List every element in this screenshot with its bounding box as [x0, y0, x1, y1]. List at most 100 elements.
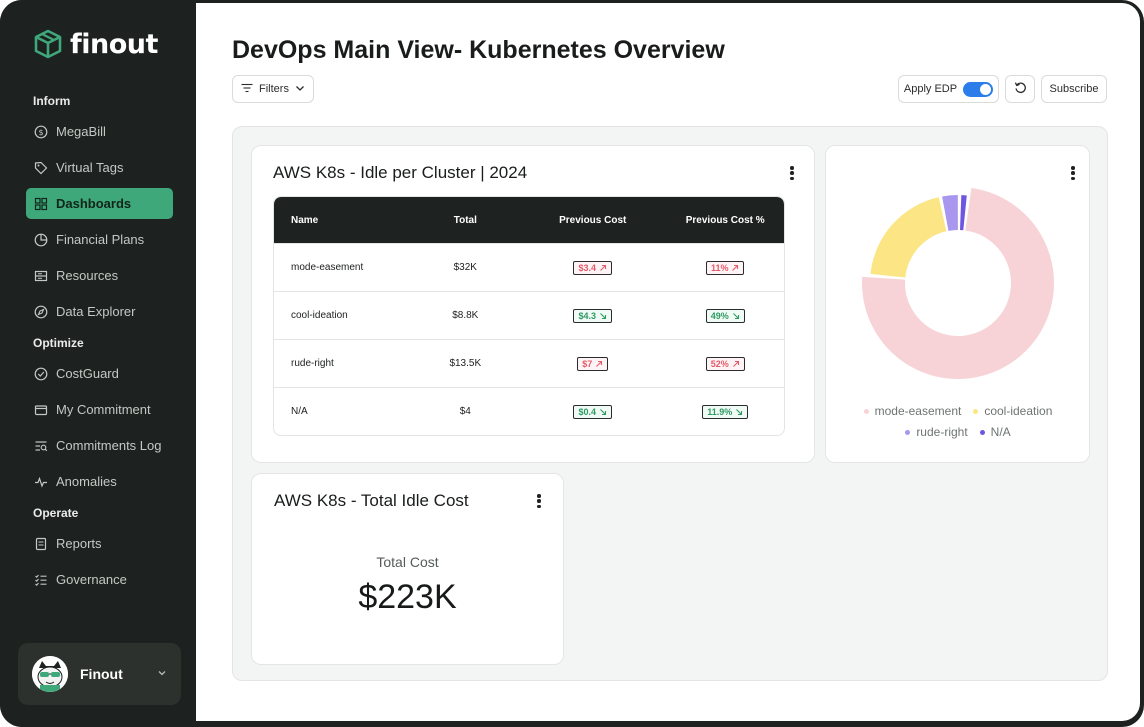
sidebar-item-label: Reports	[56, 536, 102, 551]
compass-icon	[34, 305, 48, 319]
arrow-up-right-icon	[600, 264, 607, 271]
chevron-down-icon	[295, 83, 305, 96]
legend-item[interactable]: rude-right	[905, 425, 968, 439]
refresh-button[interactable]	[1005, 75, 1035, 103]
app-frame: finout Inform $ MegaBill Virtual Tags Da…	[0, 0, 1144, 727]
sidebar-item-reports[interactable]: Reports	[26, 528, 173, 559]
sidebar-item-governance[interactable]: Governance	[26, 564, 173, 595]
column-header-total[interactable]: Total	[411, 197, 520, 243]
arrow-down-right-icon	[600, 408, 607, 415]
cell-total: $8.8K	[411, 291, 520, 339]
svg-text:$: $	[38, 128, 43, 137]
sidebar-item-virtual-tags[interactable]: Virtual Tags	[26, 152, 173, 183]
legend-swatch	[905, 429, 911, 435]
cell-total: $13.5K	[411, 339, 520, 387]
table-row[interactable]: rude-right $13.5K $7 52%	[274, 339, 784, 387]
donut-chart	[862, 187, 1054, 379]
legend-swatch	[979, 429, 985, 435]
sidebar-item-label: Governance	[56, 572, 127, 587]
apply-edp-toggle[interactable]	[963, 81, 994, 97]
donut-slice-cool-ideation[interactable]	[870, 197, 947, 278]
previous-cost-badge: $4.3	[573, 308, 612, 323]
widget-menu-icon[interactable]	[532, 492, 546, 510]
widget-title: AWS K8s - Idle per Cluster | 2024	[273, 163, 528, 182]
table-row[interactable]: N/A $4 $0.4 11.9%	[274, 387, 784, 435]
cell-name: cool-ideation	[274, 291, 412, 339]
chart-legend-row-1: mode-easement cool-ideation	[826, 404, 1090, 418]
sidebar-item-dashboards[interactable]: Dashboards	[26, 188, 173, 219]
list-search-icon	[34, 439, 48, 453]
column-header-previous-cost-pct[interactable]: Previous Cost %	[666, 197, 784, 243]
sidebar-item-label: MegaBill	[56, 124, 106, 139]
subscribe-button[interactable]: Subscribe	[1041, 75, 1107, 103]
folder-icon	[34, 403, 48, 417]
cell-name: N/A	[274, 387, 412, 435]
brand-logo[interactable]: finout	[32, 28, 158, 60]
filters-button[interactable]: Filters	[232, 75, 314, 103]
sidebar-item-my-commitment[interactable]: My Commitment	[26, 394, 173, 425]
main-content: DevOps Main View- Kubernetes Overview Fi…	[196, 3, 1140, 721]
sidebar-item-costguard[interactable]: CostGuard	[26, 358, 173, 389]
cell-name: rude-right	[274, 339, 412, 387]
legend-swatch	[863, 408, 869, 414]
previous-cost-pct-badge: 11.9%	[702, 404, 749, 419]
cell-total: $32K	[411, 243, 520, 291]
avatar	[32, 656, 68, 692]
sidebar-item-resources[interactable]: Resources	[26, 260, 173, 291]
column-header-previous-cost[interactable]: Previous Cost	[519, 197, 667, 243]
idle-donut-widget: mode-easement cool-ideation rude-right N…	[825, 145, 1090, 463]
widget-menu-icon[interactable]	[785, 164, 799, 182]
chevron-down-icon	[157, 667, 167, 681]
profile-switcher[interactable]: Finout	[18, 643, 181, 705]
section-optimize: Optimize	[33, 336, 84, 350]
arrow-up-right-icon	[596, 360, 603, 367]
dollar-circle-icon: $	[34, 125, 48, 139]
total-idle-cost-widget: AWS K8s - Total Idle Cost Total Cost $22…	[251, 473, 564, 665]
table-header-row: Name Total Previous Cost Previous Cost %	[274, 197, 784, 243]
widget-title: AWS K8s - Total Idle Cost	[274, 491, 469, 510]
filters-label: Filters	[259, 83, 289, 95]
sidebar-item-label: My Commitment	[56, 402, 151, 417]
chart-legend-row-2: rude-right N/A	[826, 425, 1090, 439]
brand-name: finout	[70, 28, 158, 60]
sidebar-item-anomalies[interactable]: Anomalies	[26, 466, 173, 497]
sidebar-item-financial-plans[interactable]: Financial Plans	[26, 224, 173, 255]
tag-icon	[34, 161, 48, 175]
apply-edp-control[interactable]: Apply EDP	[898, 75, 999, 103]
sidebar-item-commitments-log[interactable]: Commitments Log	[26, 430, 173, 461]
section-inform: Inform	[33, 94, 71, 108]
table-row[interactable]: mode-easement $32K $3.4 11%	[274, 243, 784, 291]
legend-item[interactable]: mode-easement	[863, 404, 961, 418]
total-cost-value: $223K	[358, 578, 457, 616]
page-title: DevOps Main View- Kubernetes Overview	[232, 36, 725, 64]
grid-icon	[34, 197, 48, 211]
sidebar-item-data-explorer[interactable]: Data Explorer	[26, 296, 173, 327]
sidebar-item-label: Financial Plans	[56, 232, 145, 247]
checklist-icon	[34, 573, 48, 587]
table-row[interactable]: cool-ideation $8.8K $4.3 49%	[274, 291, 784, 339]
legend-item[interactable]: N/A	[979, 425, 1011, 439]
pulse-icon	[34, 475, 48, 489]
legend-item[interactable]: cool-ideation	[973, 404, 1052, 418]
cube-logo-icon	[34, 29, 62, 59]
donut-slice-n-a[interactable]	[959, 195, 967, 231]
shield-check-icon	[34, 367, 48, 381]
server-icon	[34, 269, 48, 283]
donut-slice-mode-easement[interactable]	[862, 187, 1054, 379]
dashboard-canvas: AWS K8s - Idle per Cluster | 2024 Name T…	[232, 126, 1108, 681]
sidebar-item-label: Data Explorer	[56, 304, 136, 319]
total-cost-label: Total Cost	[376, 554, 439, 570]
apply-edp-label: Apply EDP	[903, 83, 958, 95]
previous-cost-badge: $3.4	[573, 260, 612, 275]
sidebar-item-megabill[interactable]: $ MegaBill	[26, 116, 173, 147]
sidebar-item-label: Resources	[56, 268, 119, 283]
refresh-icon	[1014, 81, 1027, 97]
previous-cost-pct-badge: 11%	[705, 260, 745, 275]
profile-name: Finout	[80, 666, 123, 682]
previous-cost-pct-badge: 49%	[705, 308, 745, 323]
arrow-up-right-icon	[732, 264, 739, 271]
column-header-name[interactable]: Name	[274, 197, 412, 243]
document-icon	[34, 537, 48, 551]
sidebar-item-label: Dashboards	[56, 196, 132, 211]
arrow-down-right-icon	[732, 312, 739, 319]
